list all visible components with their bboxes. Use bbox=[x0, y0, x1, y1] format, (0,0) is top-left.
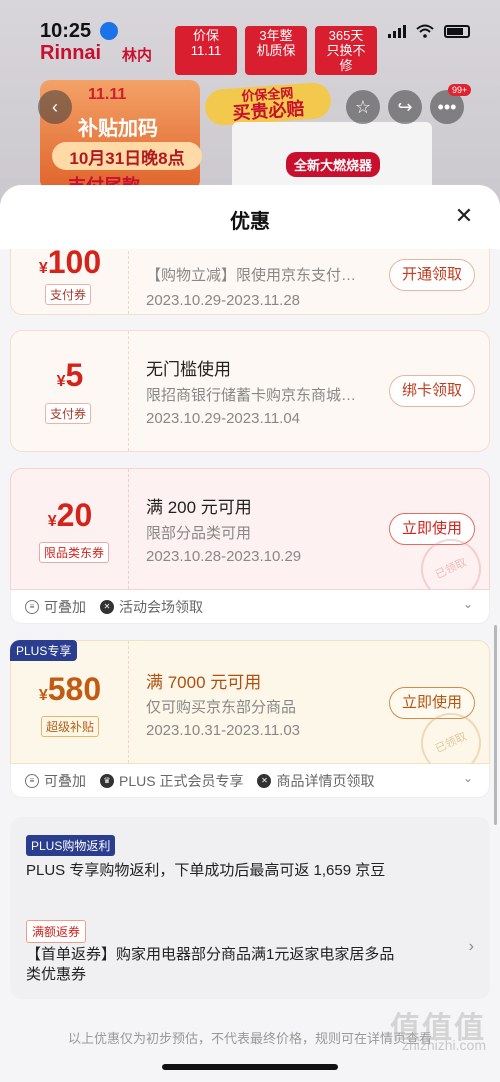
coupon-type: 限品类东券 bbox=[39, 542, 110, 563]
rebate-info-card: PLUS购物返利 PLUS 专享购物返利，下单成功后最高可返 1,659 京豆 … bbox=[10, 817, 490, 999]
coupon-footer[interactable]: ≡ 可叠加 ✕ 活动会场领取 ⌄ bbox=[10, 590, 490, 624]
plus-member-label: PLUS 正式会员专享 bbox=[119, 772, 244, 789]
promo-tag: 价保 11.11 bbox=[175, 26, 237, 75]
source-tag: ✕ 活动会场领取 bbox=[100, 597, 203, 617]
coupon-desc: 限招商银行储蓄卡购京东商城… bbox=[146, 387, 357, 404]
wifi-icon bbox=[416, 24, 434, 38]
coupon-source-icon: ✕ bbox=[257, 773, 272, 788]
chevron-down-icon[interactable]: ⌄ bbox=[463, 771, 473, 785]
product-tag: 全新大燃烧器 bbox=[286, 152, 381, 177]
coupon-card: ¥580 超级补贴 满 7000 元可用 仅可购买京东部分商品 2023.10.… bbox=[10, 640, 490, 764]
back-button[interactable]: ‹ bbox=[38, 90, 72, 124]
status-time: 10:25 bbox=[40, 20, 92, 42]
stackable-label: 可叠加 bbox=[44, 598, 86, 615]
signal-icon bbox=[388, 24, 406, 38]
banner-subtitle: 补贴加码 bbox=[78, 118, 158, 140]
battery-icon bbox=[444, 24, 470, 38]
stack-icon: ≡ bbox=[25, 773, 39, 788]
plus-rebate-text: PLUS 专享购物返利，下单成功后最高可返 1,659 京豆 bbox=[26, 862, 386, 879]
banner-event: 11.11 bbox=[88, 86, 127, 103]
amount-value: 20 bbox=[56, 497, 93, 533]
currency-symbol: ¥ bbox=[38, 260, 48, 277]
coupon-claim-button[interactable]: 开通领取 bbox=[389, 259, 475, 291]
return-coupon-text[interactable]: 【首单返券】购家用电器部分商品满1元返家电家居多品类优惠券 bbox=[26, 945, 406, 985]
coupon-source-icon: ✕ bbox=[100, 599, 114, 614]
coupon-type: 支付券 bbox=[45, 403, 92, 424]
coupon-footer[interactable]: ≡ 可叠加 ♛ PLUS 正式会员专享 ✕ 商品详情页领取 ⌄ bbox=[10, 764, 490, 798]
coupon-bind-card-button[interactable]: 绑卡领取 bbox=[389, 375, 475, 407]
discount-sheet: 优惠 ✕ ¥100 支付券 【购物立减】限使用京东支付… 2023.10.29-… bbox=[0, 185, 500, 1082]
status-icons bbox=[388, 24, 470, 38]
coupon-desc: 限部分品类可用 bbox=[146, 525, 252, 542]
share-button[interactable]: ↪ bbox=[388, 90, 422, 124]
coupon-date: 2023.10.31-2023.11.03 bbox=[146, 722, 301, 739]
currency-symbol: ¥ bbox=[38, 687, 48, 704]
coupon-desc: 【购物立减】限使用京东支付… bbox=[146, 267, 357, 284]
coupon-card: ¥20 限品类东券 满 200 元可用 限部分品类可用 2023.10.28-2… bbox=[10, 468, 490, 590]
price-guarantee-line2: 买贵必赔 bbox=[231, 98, 306, 124]
coupon-amount: ¥20 bbox=[11, 497, 129, 534]
currency-symbol: ¥ bbox=[47, 513, 57, 530]
source-label: 商品详情页领取 bbox=[276, 772, 375, 789]
amount-value: 5 bbox=[65, 357, 84, 393]
currency-symbol: ¥ bbox=[56, 373, 66, 390]
more-icon: ••• bbox=[437, 96, 457, 117]
coupon-desc: 仅可购买京东部分商品 bbox=[146, 699, 297, 716]
coupon-title: 满 7000 元可用 bbox=[146, 673, 262, 692]
brand-name: 林内 bbox=[122, 47, 153, 64]
watermark-url: zhizhizhi.com bbox=[401, 1037, 486, 1053]
crown-icon: ♛ bbox=[100, 773, 114, 788]
coupon-title: 满 200 元可用 bbox=[146, 498, 252, 517]
promo-tag: 365天 只换不修 bbox=[315, 26, 377, 75]
chevron-right-icon[interactable]: › bbox=[469, 938, 474, 956]
stack-icon: ≡ bbox=[25, 599, 39, 614]
scrollbar[interactable] bbox=[494, 625, 497, 825]
chevron-left-icon: ‹ bbox=[52, 96, 58, 117]
banner-date: 10月31日晚8点 bbox=[52, 142, 202, 170]
share-icon: ↪ bbox=[397, 96, 413, 117]
plus-exclusive-badge: PLUS专享 bbox=[10, 640, 78, 661]
source-tag: ✕ 商品详情页领取 bbox=[257, 771, 374, 791]
close-icon[interactable]: ✕ bbox=[452, 204, 476, 228]
coupon-date: 2023.10.28-2023.10.29 bbox=[146, 548, 302, 565]
promo-tag: 3年整 机质保 bbox=[245, 26, 307, 75]
amount-value: 100 bbox=[47, 244, 102, 280]
sheet-header: 优惠 ✕ bbox=[0, 185, 500, 249]
favorite-button[interactable]: ☆ bbox=[346, 90, 380, 124]
coupon-title: 无门槛使用 bbox=[146, 360, 231, 379]
coupon-amount: ¥580 bbox=[11, 671, 129, 708]
coupon-date: 2023.10.29-2023.11.04 bbox=[146, 410, 301, 427]
stackable-tag: ≡ 可叠加 bbox=[25, 597, 86, 617]
sheet-title: 优惠 bbox=[230, 211, 270, 233]
coupon-card: ¥5 支付券 无门槛使用 限招商银行储蓄卡购京东商城… 2023.10.29-2… bbox=[10, 330, 490, 452]
plus-member-tag: ♛ PLUS 正式会员专享 bbox=[100, 771, 243, 791]
stackable-label: 可叠加 bbox=[44, 772, 86, 789]
coupon-date: 2023.10.29-2023.11.28 bbox=[146, 292, 301, 309]
coupon-amount: ¥100 bbox=[11, 244, 129, 281]
return-coupon-badge: 满额返券 bbox=[26, 920, 87, 943]
star-icon: ☆ bbox=[354, 96, 372, 117]
price-guarantee-banner: 价保全网 买贵必赔 bbox=[203, 81, 333, 127]
plus-rebate-badge: PLUS购物返利 bbox=[26, 835, 116, 856]
coupon-amount: ¥5 bbox=[11, 357, 129, 394]
coupon-type: 支付券 bbox=[45, 284, 92, 305]
coupon-type: 超级补贴 bbox=[41, 716, 100, 737]
home-indicator[interactable] bbox=[162, 1064, 338, 1070]
stackable-tag: ≡ 可叠加 bbox=[25, 771, 86, 791]
brand-logo: Rinnai bbox=[40, 42, 102, 64]
notification-badge: 99+ bbox=[448, 84, 472, 96]
promo-tags: 价保 11.11 3年整 机质保 365天 只换不修 bbox=[175, 26, 377, 75]
source-label: 活动会场领取 bbox=[119, 598, 203, 615]
chevron-down-icon[interactable]: ⌄ bbox=[463, 597, 473, 611]
location-icon bbox=[100, 22, 118, 40]
amount-value: 580 bbox=[47, 671, 102, 707]
